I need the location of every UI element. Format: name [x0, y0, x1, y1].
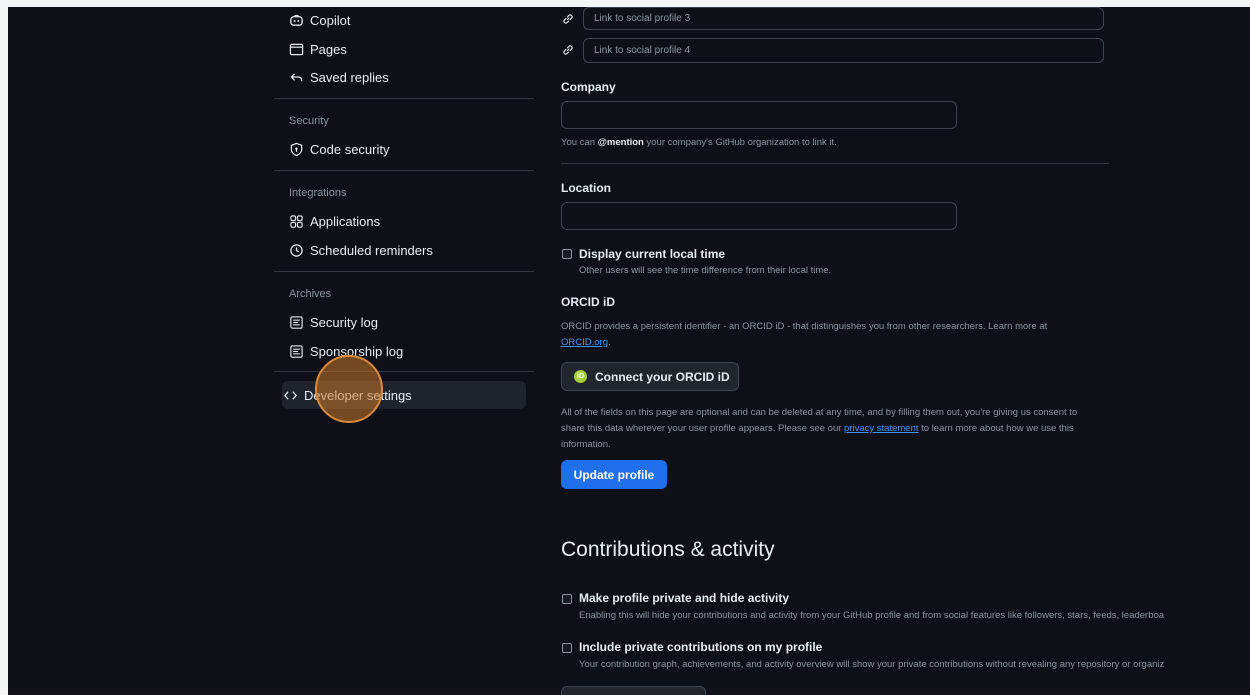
update-profile-button[interactable]: Update profile [561, 460, 667, 489]
sidebar-item-sponsorship-log[interactable]: Sponsorship log [274, 338, 534, 364]
sidebar-item-label: Saved replies [310, 69, 389, 85]
private-profile-label: Make profile private and hide activity [579, 591, 790, 605]
location-input[interactable] [561, 202, 957, 230]
divider [561, 163, 1109, 164]
shield-icon [288, 141, 304, 157]
link-icon [563, 14, 573, 24]
sidebar-item-developer-settings[interactable]: Developer settings [268, 382, 528, 408]
social-link-3-input[interactable]: Link to social profile 3 [583, 7, 1104, 30]
divider [274, 170, 534, 171]
orcid-description: ORCID provides a persistent identifier -… [561, 321, 1048, 348]
sidebar-item-label: Copilot [310, 12, 351, 28]
log-icon [288, 343, 304, 359]
section-heading-archives: Archives [289, 288, 332, 300]
browser-icon [288, 41, 304, 57]
sidebar-item-label: Code security [310, 141, 390, 157]
orcid-link[interactable]: ORCID.org [561, 337, 608, 348]
display-local-time-checkbox[interactable] [562, 249, 572, 259]
location-label: Location [561, 181, 611, 195]
click-highlight-indicator [315, 355, 383, 423]
sidebar-item-copilot[interactable]: Copilot [274, 7, 782, 33]
section-heading-security: Security [289, 115, 329, 127]
divider [274, 371, 534, 372]
display-local-time-label: Display current local time [579, 247, 726, 261]
section-heading-integrations: Integrations [289, 187, 347, 199]
sidebar-item-label: Scheduled reminders [310, 242, 433, 258]
private-profile-description: Enabling this will hide your contributio… [579, 610, 1165, 621]
sidebar-item-label: Pages [310, 41, 347, 57]
copilot-icon [288, 12, 304, 28]
sidebar-item-code-security[interactable]: Code security [274, 136, 534, 162]
reply-icon [288, 69, 304, 85]
sidebar-item-security-log[interactable]: Security log [274, 309, 534, 335]
display-local-time-description: Other users will see the time difference… [579, 265, 832, 276]
contributions-heading: Contributions & activity [561, 538, 775, 561]
company-input[interactable] [561, 101, 957, 129]
apps-icon [288, 213, 304, 229]
sidebar-item-pages[interactable]: Pages [274, 36, 534, 62]
private-profile-checkbox[interactable] [562, 594, 572, 604]
private-contributions-checkbox[interactable] [562, 643, 572, 653]
orcid-heading: ORCID iD [561, 295, 615, 309]
sidebar-item-saved-replies[interactable]: Saved replies [274, 64, 534, 90]
connect-orcid-label: Connect your ORCID iD [595, 369, 730, 384]
sidebar-item-applications[interactable]: Applications [274, 208, 534, 234]
link-icon [563, 45, 573, 55]
update-contributions-button[interactable] [561, 686, 706, 695]
orcid-icon: iD [574, 370, 587, 383]
social-link-4-input[interactable]: Link to social profile 4 [583, 38, 1104, 63]
company-label: Company [561, 80, 616, 94]
divider [274, 271, 534, 272]
privacy-statement-link[interactable]: privacy statement [844, 423, 918, 434]
sidebar-item-label: Security log [310, 314, 378, 330]
consent-text: All of the fields on this page are optio… [561, 407, 1078, 450]
screen: Copilot Pages Saved replies Security Cod… [8, 7, 1250, 695]
sidebar-item-label: Applications [310, 213, 381, 229]
private-contributions-description: Your contribution graph, achievements, a… [579, 659, 1165, 670]
company-help-text: You can @mention your company's GitHub o… [561, 137, 837, 148]
log-icon [288, 314, 304, 330]
clock-icon [288, 242, 304, 258]
connect-orcid-button[interactable]: iD Connect your ORCID iD [561, 362, 739, 391]
sidebar-item-scheduled-reminders[interactable]: Scheduled reminders [274, 237, 534, 263]
private-contributions-label: Include private contributions on my prof… [579, 640, 823, 654]
code-icon [282, 387, 298, 403]
divider [274, 98, 534, 99]
